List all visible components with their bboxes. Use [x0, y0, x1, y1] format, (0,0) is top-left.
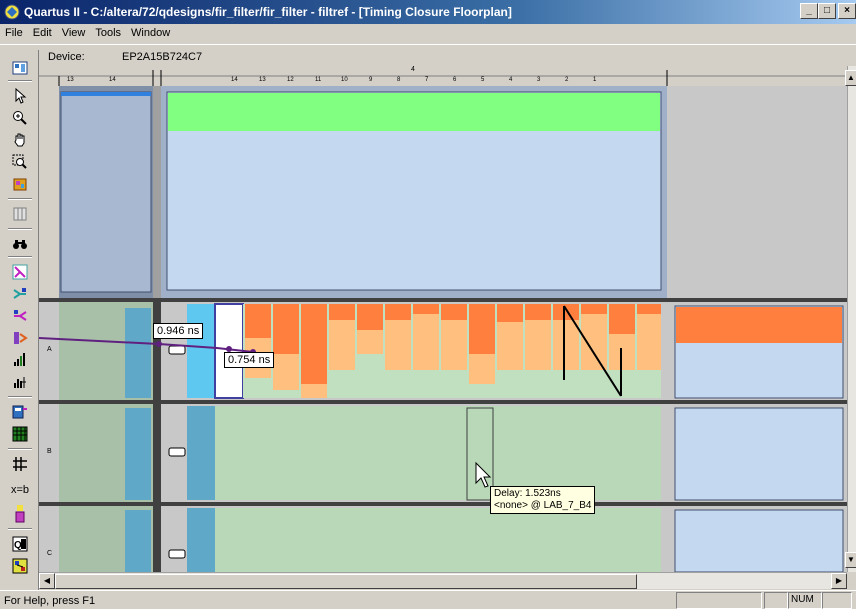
- find-icon[interactable]: [10, 234, 30, 254]
- row-b-mram: [674, 407, 844, 501]
- status-pane: [822, 592, 852, 609]
- scroll-up-icon[interactable]: ▲: [845, 70, 856, 86]
- zoom-icon[interactable]: [10, 108, 30, 128]
- hand-icon[interactable]: [10, 130, 30, 150]
- zoom-region-icon[interactable]: [10, 152, 30, 172]
- status-bar: For Help, press F1 NUM: [0, 590, 856, 609]
- tooltip-delay: Delay: 1.523ns: [494, 488, 561, 499]
- floorplan-canvas[interactable]: 4 13 14 14 13 12 11 10 9 8 7 6 5 4 3 2 1: [39, 66, 847, 572]
- left-memory-block: [60, 91, 152, 293]
- quartus-app-icon: [4, 4, 20, 20]
- row-c-labs: [215, 508, 661, 572]
- tooltip-location: <none> @ LAB_7_B4: [494, 500, 592, 511]
- menu-tools[interactable]: Tools: [90, 24, 126, 39]
- floorplan-toolbar: x=b Q: [2, 50, 39, 590]
- show-routing-icon[interactable]: [10, 262, 30, 282]
- ruler-tick: 13: [259, 77, 266, 83]
- show-pins-icon[interactable]: [10, 454, 30, 474]
- ruler-tick: 2: [565, 77, 569, 83]
- close-button[interactable]: ×: [838, 3, 856, 19]
- show-critical-icon[interactable]: [10, 350, 30, 370]
- ruler-tick: 13: [67, 77, 74, 83]
- show-logic-icon[interactable]: [10, 402, 30, 422]
- ruler-tick: 8: [397, 77, 401, 83]
- show-fanin-icon[interactable]: [10, 284, 30, 304]
- column-ruler: 4 13 14 14 13 12 11 10 9 8 7 6 5 4 3 2 1: [39, 66, 847, 87]
- mega-ram-used: [168, 93, 660, 131]
- io-element: [168, 447, 186, 457]
- scroll-thumb[interactable]: [55, 574, 637, 589]
- ruler-tick: 10: [341, 77, 348, 83]
- scroll-right-icon[interactable]: ▶: [831, 573, 847, 589]
- ruler-tick: 6: [453, 77, 457, 83]
- row-label-a: A: [47, 346, 52, 353]
- color-legend-icon[interactable]: [10, 504, 30, 524]
- show-lab-icon[interactable]: [10, 424, 30, 444]
- restore-button[interactable]: □: [818, 3, 836, 19]
- ruler-tick: 14: [231, 77, 238, 83]
- delay-tooltip: Delay: 1.523ns <none> @ LAB_7_B4: [490, 486, 596, 514]
- ruler-tick: 1: [593, 77, 597, 83]
- equation-icon[interactable]: x=b: [10, 480, 30, 500]
- device-value: EP2A15B724C7: [122, 51, 203, 63]
- ruler-ticks: [39, 70, 847, 86]
- svg-text:Q: Q: [14, 540, 22, 551]
- show-regions-icon[interactable]: Q: [10, 534, 30, 554]
- menu-view[interactable]: View: [57, 24, 91, 39]
- menu-edit[interactable]: Edit: [28, 24, 57, 39]
- delay-label-1: 0.946 ns: [153, 323, 204, 339]
- minimize-button[interactable]: _: [800, 3, 818, 19]
- lab-column-selected: [187, 304, 215, 398]
- menu-window[interactable]: Window: [126, 24, 175, 39]
- device-bar: Device: EP2A15B724C7: [0, 44, 856, 67]
- ruler-tick: 9: [369, 77, 373, 83]
- row-c-header: [39, 506, 59, 572]
- io-element: [168, 549, 186, 559]
- horizontal-scrollbar[interactable]: ◀ ▶: [39, 572, 847, 589]
- status-pane: [764, 592, 788, 609]
- ruler-tick: 14: [109, 77, 116, 83]
- menu-bar: File Edit View Tools Window: [0, 24, 856, 44]
- device-label: Device:: [48, 51, 85, 63]
- row-label-c: C: [47, 550, 53, 557]
- show-delay-icon[interactable]: [10, 372, 30, 392]
- vertical-scrollbar[interactable]: ▲ ▼: [845, 66, 856, 572]
- grid-icon[interactable]: [10, 204, 30, 224]
- row-label-b: B: [47, 448, 52, 455]
- right-empty-region: [667, 86, 847, 300]
- show-nodes-icon[interactable]: [10, 556, 30, 576]
- menu-file[interactable]: File: [0, 24, 28, 39]
- status-pane: [676, 592, 762, 609]
- ruler-tick: 3: [537, 77, 541, 83]
- scroll-left-icon[interactable]: ◀: [39, 573, 55, 589]
- title-bar: Quartus II - C:/altera/72/qdesigns/fir_f…: [0, 0, 856, 24]
- ruler-top-marker: 4: [411, 66, 415, 73]
- ruler-tick: 4: [509, 77, 513, 83]
- row-c-mram: [674, 509, 844, 572]
- pointer-icon[interactable]: [10, 86, 30, 106]
- status-num: NUM: [788, 592, 822, 609]
- delay-label-2: 0.754 ns: [224, 352, 275, 368]
- ruler-tick: 7: [425, 77, 429, 83]
- ruler-tick: 11: [315, 77, 322, 83]
- status-help-text: For Help, press F1: [4, 595, 96, 607]
- show-fanout-icon[interactable]: [10, 306, 30, 326]
- ruler-tick: 12: [287, 77, 294, 83]
- row-header-column: [39, 86, 59, 300]
- window-title: Quartus II - C:/altera/72/qdesigns/fir_f…: [24, 5, 512, 19]
- assign-icon[interactable]: [10, 174, 30, 194]
- scroll-down-icon[interactable]: ▼: [845, 552, 856, 568]
- ruler-tick: 5: [481, 77, 485, 83]
- show-paths-icon[interactable]: [10, 328, 30, 348]
- io-element: [168, 345, 186, 355]
- floorplan-view-icon[interactable]: [10, 58, 30, 78]
